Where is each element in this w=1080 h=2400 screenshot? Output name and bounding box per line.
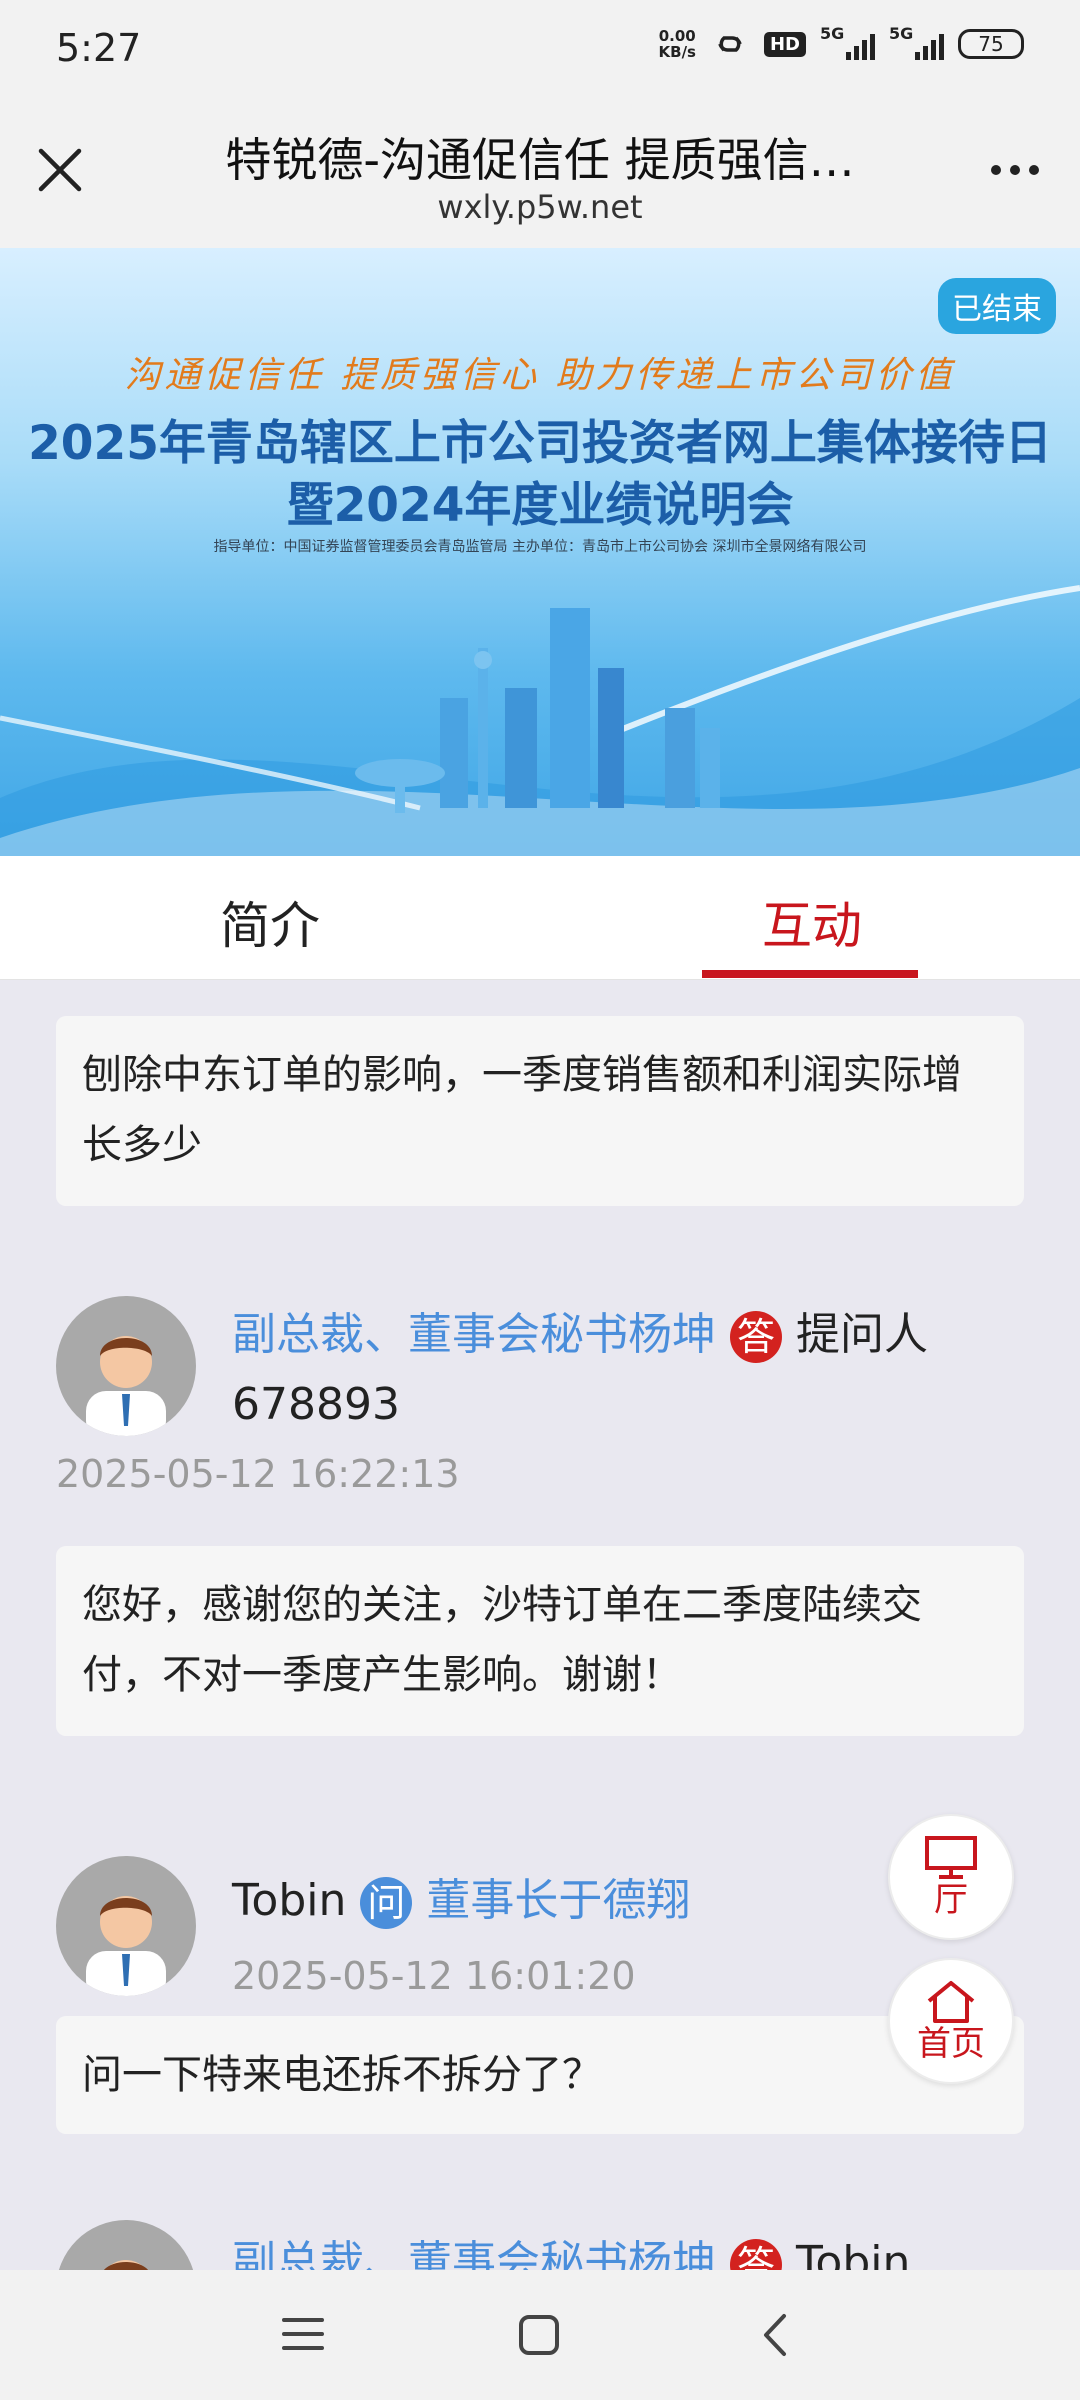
avatar	[56, 1296, 196, 1436]
home-square-icon[interactable]	[518, 2314, 560, 2356]
back-icon[interactable]	[760, 2312, 790, 2358]
more-dots-icon	[991, 165, 1001, 175]
responder-name[interactable]: 副总裁、董事会秘书杨坤	[232, 1309, 716, 1360]
question-badge-icon: 问	[360, 1877, 413, 1929]
monitor-icon	[925, 1836, 977, 1879]
to-label: 提问人	[796, 1309, 928, 1360]
banner-title-line2: 暨2024年度业绩说明会	[286, 478, 794, 533]
more-menu-button[interactable]	[980, 150, 1050, 190]
browser-header: 特锐德-沟通促信任 提质强信… wxly.p5w.net	[0, 100, 1080, 248]
home-icon	[927, 1981, 975, 2023]
to-user: Tobin	[796, 2237, 911, 2270]
city-skyline-illustration	[0, 585, 1080, 856]
page-url: wxly.p5w.net	[437, 188, 643, 226]
close-button[interactable]	[30, 140, 90, 200]
qa-card: 刨除中东订单的影响，一季度销售额和利润实际增长多少 副总裁、董事会秘书杨坤 答 …	[22, 1000, 1058, 1776]
hall-button[interactable]: 厅	[888, 1814, 1014, 1940]
qa-list[interactable]: 刨除中东订单的影响，一季度销售额和利润实际增长多少 副总裁、董事会秘书杨坤 答 …	[0, 980, 1080, 2270]
battery-icon: 75	[958, 29, 1024, 59]
question-bubble: 问一下特来电还拆不拆分了？	[56, 2016, 1024, 2134]
asker-name[interactable]: Tobin	[232, 1875, 346, 1926]
hall-label: 厅	[934, 1880, 968, 1920]
question-recipient[interactable]: 董事长于德翔	[426, 1875, 690, 1926]
answer-badge-icon: 答	[730, 1311, 782, 1363]
status-bar: 5:27 0.00 KB/s HD 5G 5G 75	[0, 0, 1080, 100]
responder-name[interactable]: 副总裁、董事会秘书杨坤	[232, 2237, 716, 2270]
answer-bubble: 您好，感谢您的关注，沙特订单在二季度陆续交付，不对一季度产生影响。谢谢！	[56, 1546, 1024, 1736]
to-user: 678893	[232, 1379, 400, 1430]
status-badge: 已结束	[938, 278, 1056, 334]
question-time: 2025-05-12 16:01:20	[232, 1954, 636, 1998]
event-banner: 已结束 沟通促信任 提质强信心 助力传递上市公司价值 2025年青岛辖区上市公司…	[0, 248, 1080, 856]
answer-badge-icon: 答	[730, 2239, 782, 2270]
page-title: 特锐德-沟通促信任 提质强信…	[225, 133, 855, 187]
avatar	[56, 1856, 196, 1996]
answer-time: 2025-05-12 16:22:13	[56, 1452, 460, 1496]
active-tab-indicator	[702, 970, 918, 978]
signal-icon: 5G	[820, 24, 875, 60]
tab-intro[interactable]: 简介	[220, 886, 320, 958]
user-avatar-icon	[86, 1896, 166, 1996]
banner-organizers: 指导单位：中国证券监督管理委员会青岛监管局 主办单位：青岛市上市公司协会 深圳市…	[213, 539, 867, 555]
signal-icon-2: 5G	[889, 24, 944, 60]
status-time: 5:27	[56, 26, 142, 70]
banner-title-line1: 2025年青岛辖区上市公司投资者网上集体接待日	[28, 416, 1052, 471]
banner-slogan: 沟通促信任 提质强信心 助力传递上市公司价值	[124, 355, 956, 396]
menu-icon[interactable]	[282, 2314, 324, 2354]
status-icons: 0.00 KB/s HD 5G 5G 75	[658, 24, 1024, 61]
tab-interaction[interactable]: 互动	[762, 886, 862, 958]
user-avatar-icon	[104, 2260, 148, 2270]
system-nav-bar	[0, 2270, 1080, 2400]
question-bubble: 刨除中东订单的影响，一季度销售额和利润实际增长多少	[56, 1016, 1024, 1206]
home-button[interactable]: 首页	[888, 1958, 1014, 2084]
net-speed: 0.00 KB/s	[658, 27, 696, 61]
hd-icon: HD	[763, 31, 806, 57]
avatar	[56, 2220, 196, 2270]
close-icon	[38, 148, 82, 192]
home-label: 首页	[917, 2024, 985, 2064]
user-avatar-icon	[86, 1336, 166, 1436]
link-icon	[718, 36, 742, 52]
tab-bar: 简介 互动	[0, 856, 1080, 980]
